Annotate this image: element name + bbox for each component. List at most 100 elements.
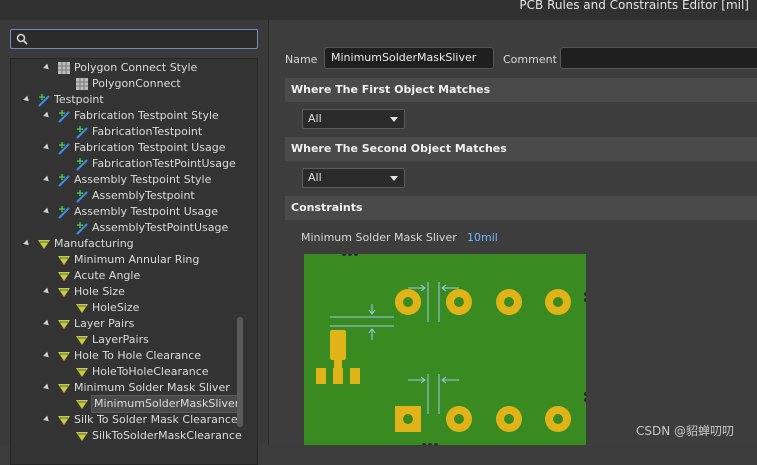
testpoint-icon <box>57 205 71 219</box>
first-object-select[interactable]: All <box>302 109 405 129</box>
tree-item[interactable]: AssemblyTestPointUsage <box>11 220 257 236</box>
tree-item-label: AssemblyTestpoint <box>92 189 195 202</box>
expand-arrow-icon[interactable] <box>43 143 51 152</box>
testpoint-icon <box>75 189 89 203</box>
manufacturing-icon <box>75 301 89 315</box>
manufacturing-icon <box>75 365 89 379</box>
search-input[interactable] <box>10 29 258 49</box>
tree-scrollbar[interactable] <box>237 317 243 427</box>
tree-item[interactable]: Hole Size <box>11 284 257 300</box>
testpoint-icon <box>37 93 51 107</box>
tree-item[interactable]: AssemblyTestpoint <box>11 188 257 204</box>
polygon-icon <box>57 61 71 75</box>
solder-mask-sliver-diagram <box>304 254 586 445</box>
rule-name-field[interactable]: MinimumSolderMaskSliver <box>324 47 494 69</box>
expand-arrow-icon[interactable] <box>43 175 51 184</box>
name-label: Name <box>285 53 318 66</box>
tree-item-label: Minimum Annular Ring <box>74 253 200 266</box>
tree-item[interactable]: Fabrication Testpoint Style <box>11 108 257 124</box>
tree-item-label: PolygonConnect <box>92 77 181 90</box>
tree-item[interactable]: HoleSize <box>11 300 257 316</box>
expand-arrow-icon[interactable] <box>23 239 31 248</box>
tree-item[interactable]: Acute Angle <box>11 268 257 284</box>
tree-item-label: Hole Size <box>74 285 125 298</box>
tree-item[interactable]: Layer Pairs <box>11 316 257 332</box>
tree-item[interactable]: Fabrication Testpoint Usage <box>11 140 257 156</box>
manufacturing-icon <box>57 269 71 283</box>
tree-item-label: Silk To Solder Mask Clearance <box>74 413 238 426</box>
tree-item[interactable]: Polygon Connect Style <box>11 60 257 76</box>
tree-item[interactable]: Manufacturing <box>11 236 257 252</box>
manufacturing-icon <box>37 237 51 251</box>
tree-item-label: Minimum Solder Mask Sliver <box>74 381 230 394</box>
testpoint-icon <box>57 109 71 123</box>
tree-item-label: HoleSize <box>92 301 140 314</box>
tree-item-label: Hole To Hole Clearance <box>74 349 202 362</box>
tree-item[interactable]: Assembly Testpoint Style <box>11 172 257 188</box>
manufacturing-icon <box>57 349 71 363</box>
expand-arrow-icon[interactable] <box>43 287 51 296</box>
manufacturing-icon <box>57 413 71 427</box>
tree-item-label: Testpoint <box>54 93 104 106</box>
pcb-board <box>304 254 586 445</box>
expand-arrow-icon[interactable] <box>43 207 51 216</box>
window-title: PCB Rules and Constraints Editor [mil] <box>519 0 749 12</box>
tree-item[interactable]: LayerPairs <box>11 332 257 348</box>
tree-item-label: FabricationTestPointUsage <box>92 157 236 170</box>
rule-comment-field[interactable] <box>560 47 757 69</box>
manufacturing-icon <box>75 429 89 443</box>
tree-item[interactable]: MinimumSolderMaskSliver <box>11 395 257 413</box>
manufacturing-icon <box>57 285 71 299</box>
tree-item-label: Manufacturing <box>54 237 134 250</box>
tree-item-label: AssemblyTestPointUsage <box>92 221 229 234</box>
tree-item[interactable]: Hole To Hole Clearance <box>11 348 257 364</box>
manufacturing-icon <box>75 397 89 411</box>
testpoint-icon <box>75 125 89 139</box>
manufacturing-icon <box>57 317 71 331</box>
rule-editor-pane: Name MinimumSolderMaskSliver Comment Whe… <box>269 20 757 445</box>
manufacturing-icon <box>75 333 89 347</box>
search-icon <box>16 33 28 45</box>
tree-item-label: LayerPairs <box>92 333 149 346</box>
first-object-select-value: All <box>308 112 322 125</box>
tree-item-label: MinimumSolderMaskSliver <box>90 395 243 413</box>
watermark: CSDN @貂蝉叨叨 <box>636 424 735 438</box>
min-solder-mask-sliver-value[interactable]: 10mil <box>467 231 498 244</box>
tree-item[interactable]: FabricationTestPointUsage <box>11 156 257 172</box>
tree-item[interactable]: HoleToHoleClearance <box>11 364 257 380</box>
first-object-section-header: Where The First Object Matches <box>285 78 757 102</box>
expand-arrow-icon[interactable] <box>43 111 51 120</box>
min-solder-mask-sliver-label: Minimum Solder Mask Sliver <box>301 231 457 244</box>
tree-item[interactable]: SilkToSolderMaskClearance <box>11 428 257 444</box>
tree-item-label: Polygon Connect Style <box>74 61 198 74</box>
second-object-select-value: All <box>308 171 322 184</box>
tree-item[interactable]: FabricationTestpoint <box>11 124 257 140</box>
tree-item[interactable]: Silk To Solder Mask Clearance <box>11 412 257 428</box>
tree-item-label: SilkToSolderMaskClearance <box>92 429 242 442</box>
expand-arrow-icon[interactable] <box>43 351 51 360</box>
tree-item-label: Assembly Testpoint Style <box>74 173 212 186</box>
second-object-select[interactable]: All <box>302 168 405 188</box>
tree-item-label: Fabrication Testpoint Usage <box>74 141 226 154</box>
tree-item[interactable]: Minimum Annular Ring <box>11 252 257 268</box>
second-object-section-header: Where The Second Object Matches <box>285 137 757 161</box>
rules-tree: Polygon Connect Style PolygonConnect Testp… <box>10 58 258 465</box>
tree-item-label: Acute Angle <box>74 269 141 282</box>
tree-item-label: FabricationTestpoint <box>92 125 203 138</box>
testpoint-icon <box>57 141 71 155</box>
rules-tree-pane: Polygon Connect Style PolygonConnect Testp… <box>0 20 269 465</box>
tree-item[interactable]: Testpoint <box>11 92 257 108</box>
expand-arrow-icon[interactable] <box>23 95 31 104</box>
manufacturing-icon <box>57 253 71 267</box>
expand-arrow-icon[interactable] <box>43 415 51 424</box>
tree-item[interactable]: Assembly Testpoint Usage <box>11 204 257 220</box>
comment-label: Comment <box>503 53 557 66</box>
expand-arrow-icon[interactable] <box>43 319 51 328</box>
expand-arrow-icon[interactable] <box>43 63 51 72</box>
tree-item[interactable]: Minimum Solder Mask Sliver <box>11 380 257 396</box>
testpoint-icon <box>75 157 89 171</box>
polygon-icon <box>75 77 89 91</box>
tree-item[interactable]: PolygonConnect <box>11 76 257 92</box>
expand-arrow-icon[interactable] <box>43 383 51 392</box>
chevron-down-icon <box>390 176 398 181</box>
